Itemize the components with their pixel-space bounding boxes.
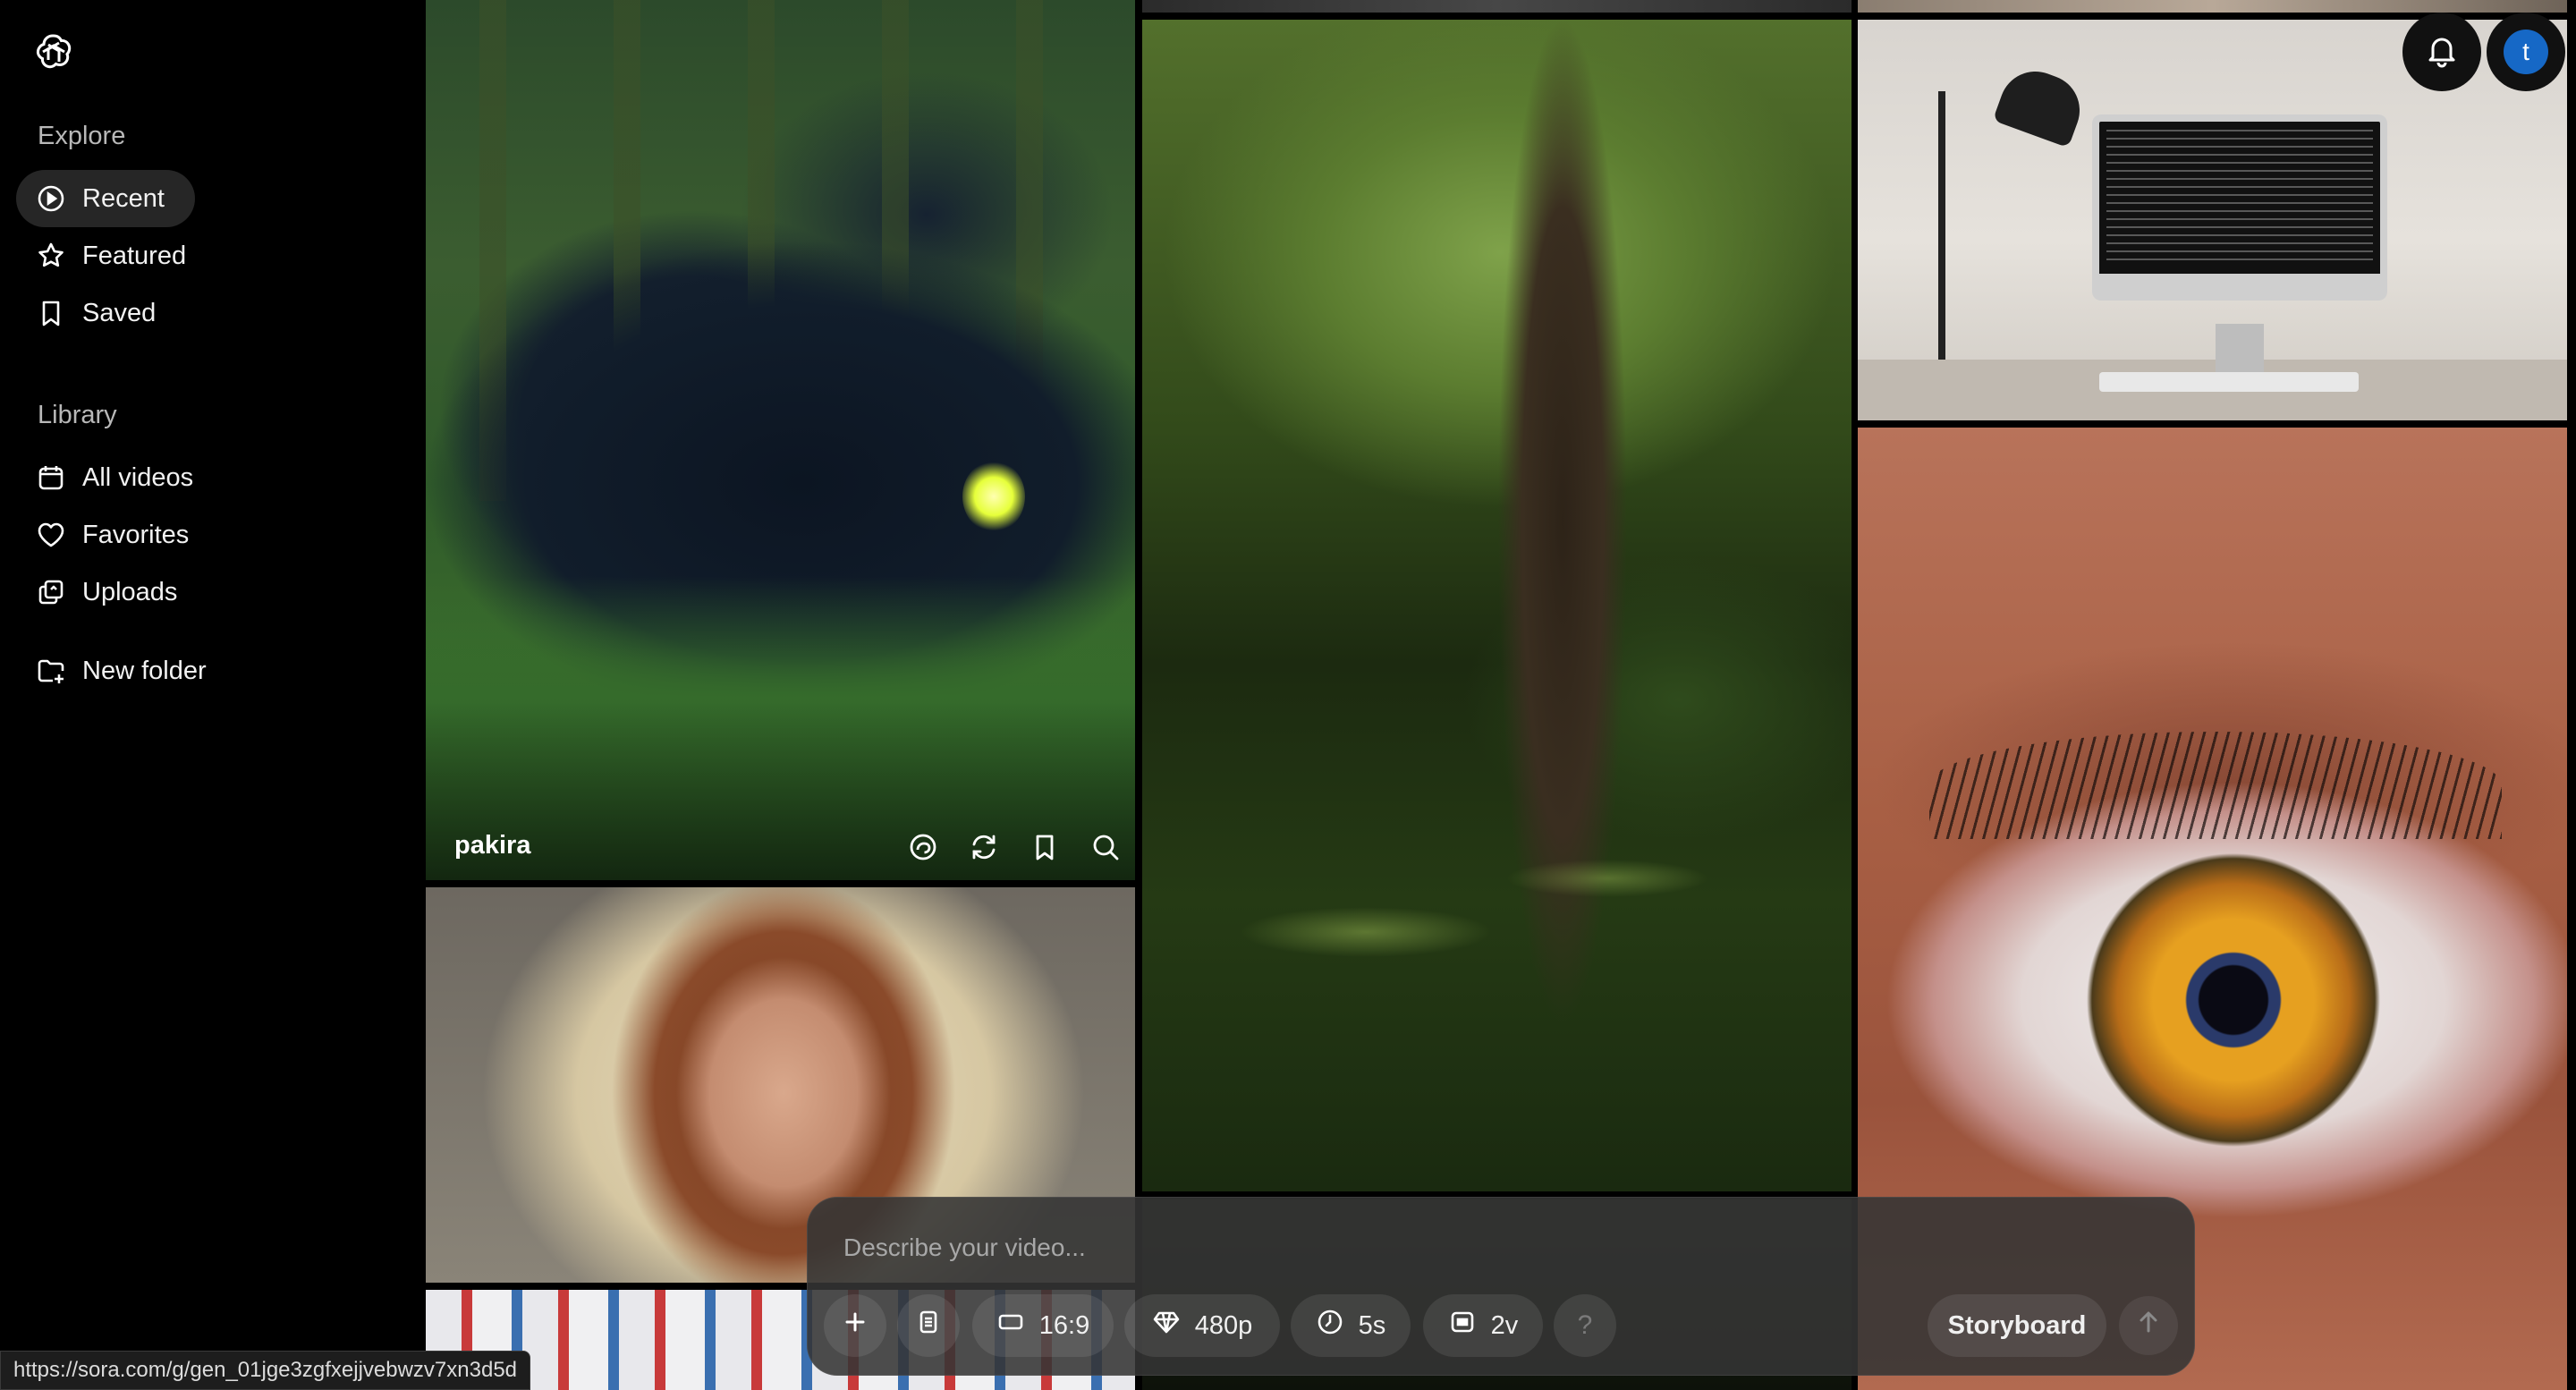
storyboard-button[interactable]: Storyboard	[1928, 1294, 2106, 1357]
remix-icon[interactable]	[967, 830, 1001, 864]
add-media-button[interactable]	[824, 1294, 886, 1357]
tile-thumbnail-keyboard	[2099, 372, 2359, 392]
star-icon	[36, 241, 66, 271]
openai-logo-icon[interactable]	[32, 30, 75, 73]
video-tile-partial-top[interactable]	[1142, 0, 1852, 13]
tile-actions	[906, 830, 1123, 864]
loop-icon[interactable]	[906, 830, 940, 864]
aspect-ratio-select[interactable]: 16:9	[972, 1294, 1114, 1357]
calendar-icon	[36, 462, 66, 493]
tile-thumbnail-lamp-head	[1992, 61, 2090, 148]
tile-thumbnail-monitor	[2092, 114, 2387, 301]
nav-item-featured[interactable]: Featured	[16, 227, 208, 284]
duration-value: 5s	[1358, 1310, 1386, 1340]
variations-value: 2v	[1490, 1310, 1519, 1340]
nav-item-all-videos[interactable]: All videos	[16, 449, 215, 506]
folder-plus-icon	[36, 656, 66, 686]
plus-icon	[841, 1308, 869, 1343]
video-tile-tree[interactable]	[1142, 20, 1852, 1191]
nav-item-uploads[interactable]: Uploads	[16, 564, 199, 621]
account-menu-button[interactable]: t	[2487, 13, 2565, 91]
submit-button[interactable]	[2119, 1296, 2178, 1355]
prompt-input[interactable]	[843, 1233, 2096, 1262]
nav-item-label: Featured	[82, 241, 187, 270]
prompt-composer: 16:9 480p 5s 2v ? Storyboard	[807, 1197, 2195, 1376]
bookmark-icon[interactable]	[1028, 830, 1062, 864]
tile-thumbnail-glow	[962, 461, 1025, 532]
nav-item-label: Saved	[82, 298, 157, 327]
presets-button[interactable]	[897, 1294, 960, 1357]
upload-icon	[36, 577, 66, 607]
tile-thumbnail-lamp	[1938, 91, 1945, 386]
nav-item-saved[interactable]: Saved	[16, 284, 177, 342]
new-folder-button[interactable]: New folder	[16, 642, 228, 699]
video-tile-partial-top[interactable]	[1858, 0, 2567, 13]
avatar: t	[2504, 30, 2548, 74]
clock-icon	[1316, 1308, 1344, 1343]
nav-item-label: All videos	[82, 462, 194, 492]
document-icon	[914, 1308, 943, 1343]
nav-item-favorites[interactable]: Favorites	[16, 506, 210, 564]
resolution-select[interactable]: 480p	[1124, 1294, 1280, 1357]
variations-icon	[1448, 1308, 1477, 1343]
nav-item-recent[interactable]: Recent	[16, 170, 195, 227]
tile-author[interactable]: pakira	[454, 831, 530, 860]
notifications-button[interactable]	[2402, 13, 2481, 91]
play-circle-icon	[36, 183, 66, 214]
new-folder-label: New folder	[82, 656, 207, 685]
bell-icon	[2424, 32, 2460, 72]
tile-thumbnail-monitor-stand	[2216, 324, 2264, 377]
heart-icon	[36, 520, 66, 550]
variations-select[interactable]: 2v	[1423, 1294, 1543, 1357]
nav-item-label: Favorites	[82, 520, 190, 549]
bookmark-icon	[36, 298, 66, 328]
diamond-icon	[1152, 1308, 1181, 1343]
video-tile-dragon[interactable]: pakira	[426, 0, 1135, 880]
arrow-up-icon	[2134, 1308, 2163, 1343]
nav-item-label: Recent	[82, 183, 165, 213]
help-button[interactable]: ?	[1554, 1294, 1616, 1357]
tile-thumbnail-light	[1142, 825, 1852, 1093]
tile-thumbnail-lashes	[1929, 732, 2502, 839]
resolution-value: 480p	[1194, 1310, 1253, 1340]
duration-select[interactable]: 5s	[1291, 1294, 1411, 1357]
library-section-label: Library	[38, 401, 117, 429]
nav-item-label: Uploads	[82, 577, 178, 606]
search-icon[interactable]	[1089, 830, 1123, 864]
explore-section-label: Explore	[38, 122, 126, 150]
aspect-ratio-value: 16:9	[1038, 1310, 1090, 1340]
aspect-ratio-icon	[996, 1308, 1025, 1343]
link-preview-url: https://sora.com/g/gen_01jge3zgfxejjvebw…	[0, 1351, 531, 1390]
sidebar: Explore Recent Featured Saved Library Al…	[0, 0, 426, 1390]
